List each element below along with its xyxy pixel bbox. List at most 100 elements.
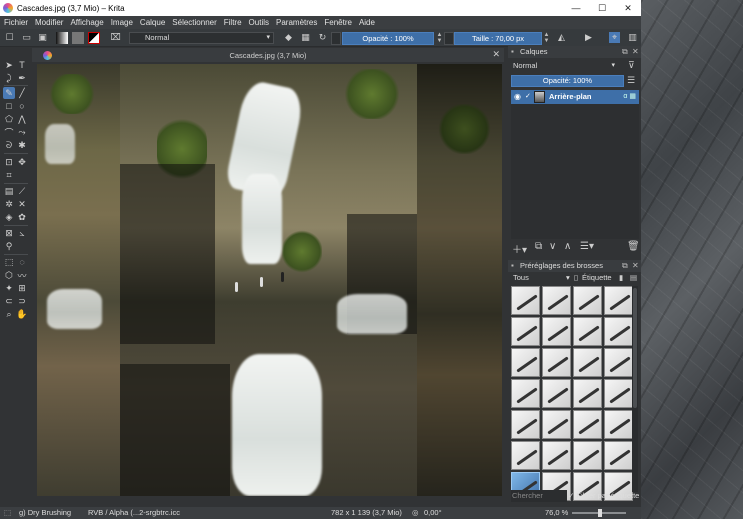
brush-preset[interactable]: [604, 379, 633, 408]
status-zoom[interactable]: 76,0 %: [545, 507, 568, 519]
opacity-slider[interactable]: Opacité : 100%: [342, 32, 434, 45]
wrap-around-icon[interactable]: ⌖: [609, 32, 620, 43]
color-picker-icon[interactable]: ⟋: [16, 185, 28, 197]
close-document-icon[interactable]: ✕: [492, 49, 500, 60]
ellipse-select-icon[interactable]: ◌: [16, 256, 28, 268]
brush-preset[interactable]: [511, 286, 540, 315]
menu-parametres[interactable]: Paramètres: [276, 18, 317, 27]
brush-preset[interactable]: [573, 348, 602, 377]
brush-tag-select[interactable]: Tous: [513, 273, 529, 282]
dock-handle-icon[interactable]: ▪: [511, 260, 514, 272]
menu-image[interactable]: Image: [111, 18, 133, 27]
menu-affichage[interactable]: Affichage: [70, 18, 103, 27]
move-layer-down-icon[interactable]: ∨: [549, 241, 556, 252]
layer-opacity-slider[interactable]: Opacité: 100%: [511, 75, 624, 87]
brush-preset[interactable]: [573, 441, 602, 470]
ellipse-tool-icon[interactable]: ○: [16, 100, 28, 112]
rectangle-tool-icon[interactable]: □: [3, 100, 15, 112]
menu-selectionner[interactable]: Sélectionner: [172, 18, 216, 27]
brush-preset[interactable]: [542, 317, 571, 346]
tag-label[interactable]: Étiquette: [582, 273, 612, 282]
brush-preset[interactable]: [573, 410, 602, 439]
checkbox-icon[interactable]: ✓: [568, 491, 574, 500]
eraser-icon[interactable]: ◆: [283, 32, 294, 43]
gradient-swatch[interactable]: [56, 32, 68, 44]
crop-tool-icon[interactable]: ⌗: [3, 169, 15, 181]
pattern-fill-icon[interactable]: ✿: [16, 211, 28, 223]
brush-preset[interactable]: [511, 410, 540, 439]
freehand-select-icon[interactable]: 〰: [16, 269, 28, 281]
menu-modifier[interactable]: Modifier: [35, 18, 63, 27]
duplicate-layer-icon[interactable]: ⧉: [535, 241, 542, 252]
menu-calque[interactable]: Calque: [140, 18, 165, 27]
move-layer-up-icon[interactable]: ∧: [564, 241, 571, 252]
brush-preset[interactable]: [573, 286, 602, 315]
filter-by-tag-checkbox[interactable]: ✓ Filtrer par étiquette: [568, 490, 640, 502]
brush-settings-icon[interactable]: ⌧: [110, 32, 121, 43]
save-document-icon[interactable]: ▣: [37, 32, 48, 43]
close-button[interactable]: ✕: [615, 0, 641, 16]
brush-preset[interactable]: [542, 348, 571, 377]
zoom-tool-icon[interactable]: ⌕: [3, 308, 15, 320]
menu-outils[interactable]: Outils: [249, 18, 269, 27]
menu-fichier[interactable]: Fichier: [4, 18, 28, 27]
brush-preset[interactable]: [604, 348, 633, 377]
color-swatch[interactable]: [88, 32, 100, 44]
status-colorspace[interactable]: RVB / Alpha (...2-srgbtrc.icc: [88, 507, 180, 519]
brush-preset[interactable]: [542, 441, 571, 470]
brush-preset[interactable]: [542, 286, 571, 315]
brush-preset[interactable]: [604, 286, 633, 315]
chevron-down-icon[interactable]: ▾: [566, 273, 570, 282]
smart-patch-icon[interactable]: ✕: [16, 198, 28, 210]
freehand-path-icon[interactable]: ⤳: [16, 126, 28, 138]
float-dock-icon[interactable]: ⧉: [622, 260, 628, 272]
measure-tool-icon[interactable]: ⦣: [16, 227, 28, 239]
reload-preset-icon[interactable]: ↻: [317, 32, 328, 43]
polyline-tool-icon[interactable]: ⋀: [16, 113, 28, 125]
gradient-tool-icon[interactable]: ▤: [3, 185, 15, 197]
add-layer-icon[interactable]: ＋▾: [512, 241, 527, 256]
fill-tool-icon[interactable]: ◈: [3, 211, 15, 223]
mirror-horizontal-icon[interactable]: ◭: [556, 32, 567, 43]
close-dock-icon[interactable]: ✕: [632, 260, 639, 272]
magnetic-select-icon[interactable]: ⊃: [16, 295, 28, 307]
opacity-spin-arrows[interactable]: ▲ ▼: [435, 32, 444, 45]
bezier-select-icon[interactable]: ⊂: [3, 295, 15, 307]
edit-shapes-icon[interactable]: ⤸: [3, 72, 15, 84]
transform-tool-icon[interactable]: ⊡: [3, 156, 15, 168]
new-document-icon[interactable]: ☐: [4, 32, 15, 43]
colorize-mask-icon[interactable]: ✲: [3, 198, 15, 210]
text-tool-icon[interactable]: T: [16, 59, 28, 71]
canvas[interactable]: [37, 64, 502, 496]
layer-properties-menu-icon[interactable]: ☰▾: [580, 241, 594, 252]
layer-row[interactable]: ◉ ✓ Arrière-plan α ▦: [511, 90, 639, 104]
select-shapes-icon[interactable]: ➤: [3, 59, 15, 71]
polygon-tool-icon[interactable]: ⬠: [3, 113, 15, 125]
layer-blend-mode-select[interactable]: Normal ▾: [511, 60, 621, 72]
open-document-icon[interactable]: ▭: [21, 32, 32, 43]
minimize-button[interactable]: —: [563, 0, 589, 16]
layer-options-icon[interactable]: ☰: [627, 75, 635, 86]
pan-tool-icon[interactable]: ✋: [16, 308, 28, 320]
canvas-only-icon[interactable]: ▥: [627, 32, 638, 43]
brush-preset[interactable]: [511, 348, 540, 377]
visibility-eye-icon[interactable]: ◉: [514, 92, 521, 101]
float-dock-icon[interactable]: ⧉: [622, 46, 628, 58]
mirror-vertical-icon[interactable]: ▶: [583, 32, 594, 43]
brush-preset[interactable]: [604, 317, 633, 346]
brush-preset[interactable]: [573, 379, 602, 408]
multibrush-icon[interactable]: ✱: [16, 139, 28, 151]
brush-preset[interactable]: [542, 410, 571, 439]
calligraphy-icon[interactable]: ✒: [16, 72, 28, 84]
brush-preset[interactable]: [511, 441, 540, 470]
bezier-tool-icon[interactable]: ⌒: [3, 126, 15, 138]
assistant-tool-icon[interactable]: ⊠: [3, 227, 15, 239]
close-dock-icon[interactable]: ✕: [632, 46, 639, 58]
size-slider[interactable]: Taille : 70,00 px: [454, 32, 542, 45]
polygon-select-icon[interactable]: ⬡: [3, 269, 15, 281]
similar-select-icon[interactable]: ⊞: [16, 282, 28, 294]
document-tab[interactable]: Cascades.jpg (3,7 Mio): [229, 51, 306, 60]
menu-aide[interactable]: Aide: [359, 18, 375, 27]
zoom-slider-handle[interactable]: [598, 509, 602, 517]
maximize-button[interactable]: ☐: [589, 0, 615, 16]
